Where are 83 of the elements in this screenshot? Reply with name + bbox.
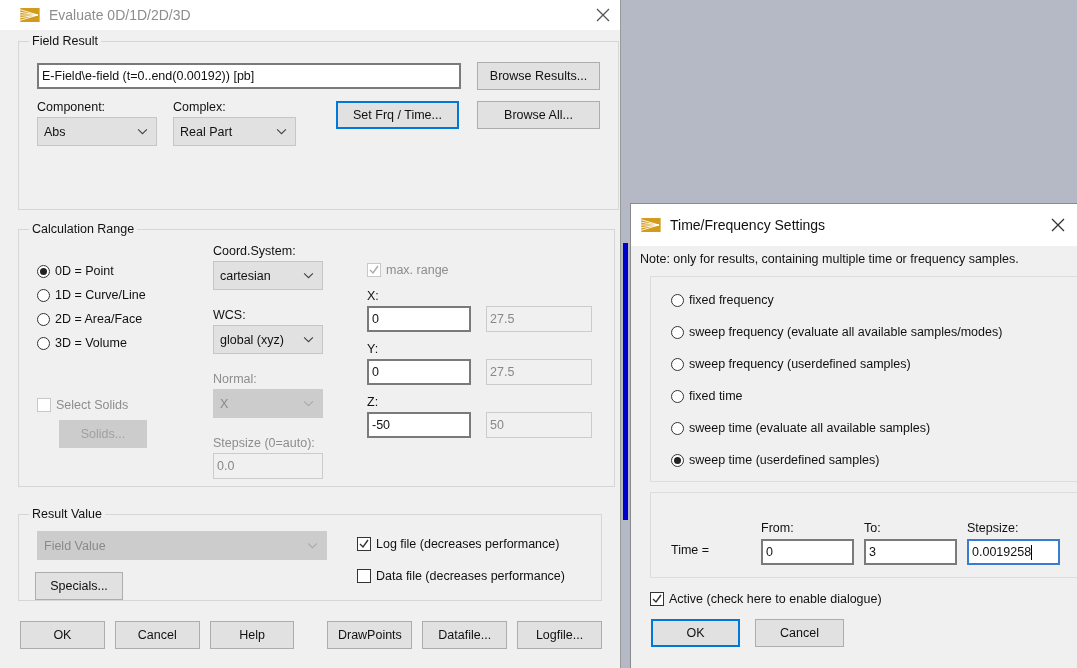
dropdown[interactable]: global (xyz) xyxy=(213,325,323,354)
radio-button[interactable] xyxy=(37,288,50,302)
field-label: To: xyxy=(864,521,882,535)
dropdown[interactable]: cartesian xyxy=(213,261,323,290)
close-icon[interactable] xyxy=(1051,218,1065,232)
dialog-button[interactable]: Datafile... xyxy=(422,621,508,649)
chevron-icon xyxy=(303,272,314,279)
radio-label: sweep frequency (evaluate all available samples/modes) xyxy=(689,325,1003,339)
dialog-button[interactable]: Cancel xyxy=(755,619,844,647)
max-value-field: 27.5 xyxy=(486,306,592,332)
dialog-button[interactable]: OK xyxy=(20,621,105,649)
radio-label: fixed frequency xyxy=(689,293,774,307)
note-text: Note: only for results, containing multiple time or frequency samples. xyxy=(640,252,1020,266)
dialog-button[interactable]: OK xyxy=(651,619,740,647)
set-time-button[interactable]: Set Frq / Time... xyxy=(336,101,459,129)
field-label: Coord.System: xyxy=(213,244,297,258)
app-logo-icon xyxy=(641,218,661,232)
field-label: Complex: xyxy=(173,100,227,114)
app-logo-icon xyxy=(20,8,40,22)
radio-button[interactable] xyxy=(37,312,50,326)
max-value-field: 27.5 xyxy=(486,359,592,385)
field-label: X: xyxy=(367,289,380,303)
radio-button[interactable] xyxy=(671,421,684,435)
checkbox-label: Data file (decreases performance) xyxy=(376,569,565,583)
group-title: Field Result xyxy=(31,34,99,48)
chevron-icon xyxy=(137,128,148,135)
chevron-icon xyxy=(276,128,287,135)
browse-all-button[interactable]: Browse All... xyxy=(477,101,600,129)
result-field[interactable]: E-Field\e-field (t=0..end(0.00192)) [pb] xyxy=(37,63,461,89)
field-label: Stepsize: xyxy=(967,521,1020,535)
radio-button[interactable] xyxy=(671,293,684,307)
checkbox[interactable] xyxy=(357,537,371,551)
chevron-icon xyxy=(307,542,318,549)
checkbox-label: Select Solids xyxy=(56,398,129,412)
radio-label: sweep time (evaluate all available samples) xyxy=(689,421,931,435)
radio-label: 1D = Curve/Line xyxy=(55,288,146,302)
close-icon[interactable] xyxy=(596,8,610,22)
field-label: From: xyxy=(761,521,795,535)
chevron-icon xyxy=(303,400,314,407)
input-field[interactable]: 0.0019258 xyxy=(967,539,1060,565)
radio-button[interactable] xyxy=(671,357,684,371)
radio-button[interactable] xyxy=(671,389,684,403)
checkbox-label: Log file (decreases performance) xyxy=(376,537,560,551)
field-label: WCS: xyxy=(213,308,247,322)
field-label: Normal: xyxy=(213,372,258,386)
radio-button[interactable] xyxy=(37,336,50,350)
max-value-field: 50 xyxy=(486,412,592,438)
radio-label: fixed time xyxy=(689,389,743,403)
field-label: Time = xyxy=(671,543,711,559)
input-field[interactable]: 3 xyxy=(864,539,957,565)
checkbox-label: Active (check here to enable dialogue) xyxy=(669,592,882,606)
field-label: Component: xyxy=(37,100,107,114)
input-field[interactable]: 0 xyxy=(367,359,471,385)
radio-label: sweep frequency (userdefined samples) xyxy=(689,357,911,371)
dialog-button[interactable]: Logfile... xyxy=(517,621,602,649)
radio-button[interactable] xyxy=(671,453,684,467)
group-title: Calculation Range xyxy=(31,222,136,236)
input-field[interactable]: -50 xyxy=(367,412,471,438)
dialog-button[interactable]: Help xyxy=(209,621,295,649)
component-dropdown[interactable]: Abs xyxy=(37,117,157,146)
group-title: Result Value xyxy=(31,507,103,521)
complex-dropdown[interactable]: Real Part xyxy=(173,117,296,146)
checkbox[interactable] xyxy=(650,592,664,606)
radio-label: 0D = Point xyxy=(55,264,114,278)
checkbox-label: max. range xyxy=(386,263,449,277)
field-label: Y: xyxy=(367,342,380,356)
radio-button[interactable] xyxy=(671,325,684,339)
input-field[interactable]: 0 xyxy=(367,306,471,332)
radio-label: 3D = Volume xyxy=(55,336,127,350)
checkbox[interactable] xyxy=(357,569,371,583)
dialog-button[interactable]: DrawPoints xyxy=(327,621,413,649)
specials-button[interactable]: Specials... xyxy=(35,572,123,600)
field-label: Z: xyxy=(367,395,380,409)
field-label: Stepsize (0=auto): xyxy=(213,436,316,450)
radio-label: sweep time (userdefined samples) xyxy=(689,453,880,467)
chevron-icon xyxy=(303,336,314,343)
window-title: Time/Frequency Settings xyxy=(670,217,827,233)
input-field[interactable]: 0 xyxy=(761,539,854,565)
window-title: Evaluate 0D/1D/2D/3D xyxy=(49,7,192,23)
radio-label: 2D = Area/Face xyxy=(55,312,143,326)
dialog-button[interactable]: Cancel xyxy=(114,621,200,649)
browse-results-button[interactable]: Browse Results... xyxy=(477,62,600,90)
radio-button[interactable] xyxy=(37,264,50,278)
